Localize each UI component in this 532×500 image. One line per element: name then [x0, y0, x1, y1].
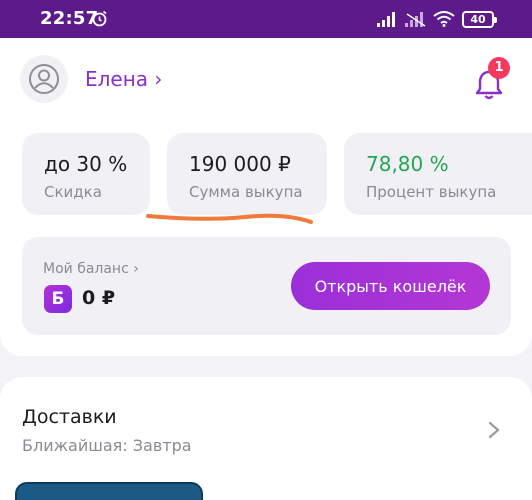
- purchase-sum-value: 190 000 ₽: [189, 152, 291, 176]
- delivery-item-thumbnail[interactable]: [15, 482, 203, 500]
- account-summary-card: Елена › 1 до 30 % Скидка 190 000 ₽ Сумма…: [0, 38, 532, 356]
- status-time: 22:57: [40, 8, 99, 29]
- purchase-percent-stat[interactable]: 78,80 % Процент выкупа: [344, 133, 532, 215]
- wifi-icon: [433, 11, 455, 31]
- status-bar: 22:57 40: [0, 0, 532, 38]
- notification-badge: 1: [488, 57, 510, 79]
- balance-card: Мой баланс › Б 0 ₽ Открыть кошелёк: [22, 237, 511, 335]
- signal-icon: [377, 12, 397, 31]
- battery-icon: 40: [462, 11, 497, 28]
- purchase-sum-label: Сумма выкупа: [189, 183, 303, 201]
- balance-amount: 0 ₽: [82, 287, 116, 309]
- delivery-title: Доставки: [22, 406, 117, 428]
- purchase-sum-stat[interactable]: 190 000 ₽ Сумма выкупа: [167, 133, 327, 215]
- discount-label: Скидка: [44, 183, 102, 201]
- balance-title-link[interactable]: Мой баланс ›: [43, 261, 139, 277]
- chevron-right-icon: [488, 421, 500, 439]
- discount-value: до 30 %: [44, 152, 128, 176]
- open-wallet-button[interactable]: Открыть кошелёк: [291, 262, 490, 310]
- notifications-button[interactable]: 1: [474, 57, 510, 100]
- delivery-card[interactable]: Доставки Ближайшая: Завтра: [0, 377, 532, 500]
- user-icon: [29, 64, 59, 94]
- profile-name-link[interactable]: Елена ›: [85, 67, 162, 91]
- alarm-icon: [91, 10, 108, 31]
- signal-off-icon: [405, 12, 427, 31]
- delivery-subtitle: Ближайшая: Завтра: [22, 436, 192, 455]
- hand-drawn-underline: [146, 213, 313, 224]
- avatar[interactable]: [20, 55, 68, 103]
- discount-stat[interactable]: до 30 % Скидка: [22, 133, 150, 215]
- purchase-percent-value: 78,80 %: [366, 152, 449, 176]
- wallet-currency-icon: Б: [44, 285, 72, 313]
- purchase-percent-label: Процент выкупа: [366, 183, 497, 201]
